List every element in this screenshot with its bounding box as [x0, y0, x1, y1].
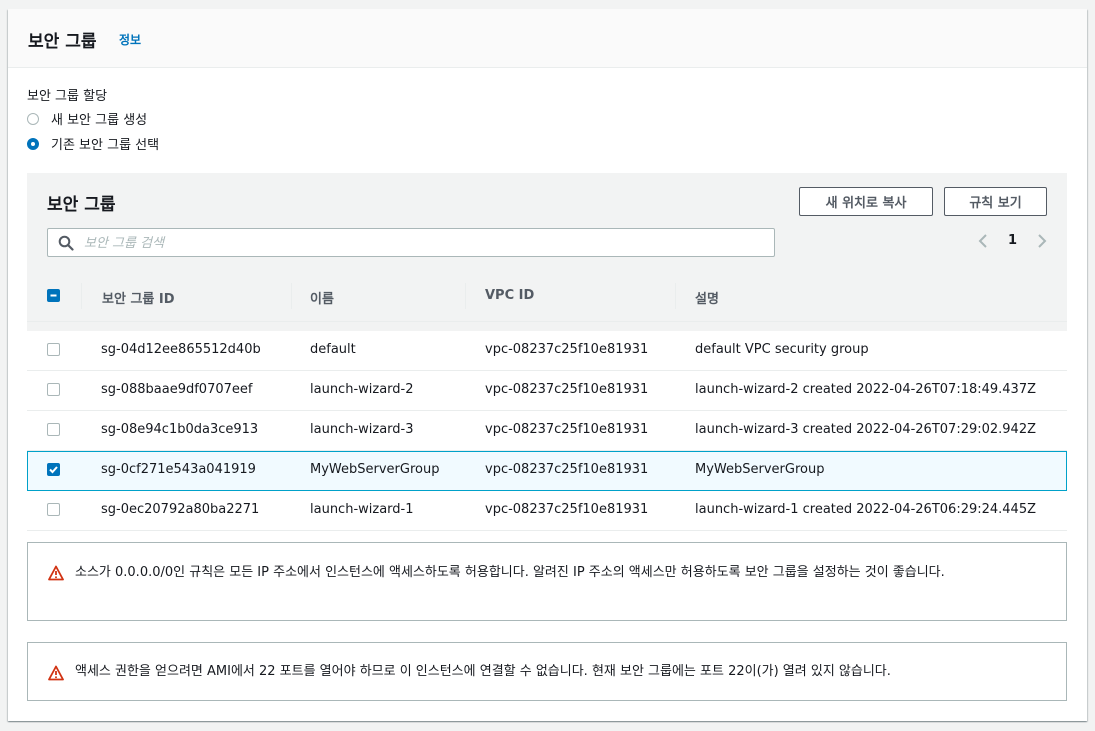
warning-icon — [48, 565, 64, 581]
radio-button[interactable] — [27, 112, 39, 125]
table-header: 보안 그룹 ID 이름 VPC ID 설명 — [27, 271, 1067, 322]
table-row[interactable]: sg-088baae9df0707eef launch-wizard-2 vpc… — [27, 371, 1067, 411]
cell-security-group-id: sg-08e94c1b0da3ce913 — [101, 422, 259, 437]
cell-vpc-id: vpc-08237c25f10e81931 — [485, 462, 649, 477]
search-icon — [58, 235, 74, 251]
cell-vpc-id: vpc-08237c25f10e81931 — [485, 382, 649, 397]
row-checkbox[interactable] — [47, 383, 60, 396]
column-header-id[interactable]: 보안 그룹 ID — [102, 288, 175, 307]
copy-to-new-button[interactable]: 새 위치로 복사 — [799, 187, 933, 216]
page-number[interactable]: 1 — [1008, 233, 1017, 248]
cell-security-group-id: sg-0ec20792a80ba2271 — [101, 502, 260, 517]
column-header-vpc-id[interactable]: VPC ID — [485, 288, 534, 303]
row-checkbox[interactable] — [47, 503, 60, 516]
warning-alert-open-ip: 소스가 0.0.0.0/0인 규칙은 모든 IP 주소에서 인스턴스에 액세스하… — [27, 542, 1067, 621]
cell-description: launch-wizard-2 created 2022-04-26T07:18… — [695, 382, 1037, 397]
search-input[interactable] — [82, 232, 766, 254]
cell-description: MyWebServerGroup — [695, 462, 825, 477]
alert-message: 소스가 0.0.0.0/0인 규칙은 모든 IP 주소에서 인스턴스에 액세스하… — [75, 565, 945, 580]
panel-header: 보안 그룹 정보 — [8, 9, 1087, 68]
row-checkbox[interactable] — [47, 343, 60, 356]
radio-label: 새 보안 그룹 생성 — [51, 113, 148, 128]
table-row[interactable]: sg-0ec20792a80ba2271 launch-wizard-1 vpc… — [27, 491, 1067, 531]
column-header-description[interactable]: 설명 — [695, 288, 719, 307]
assignment-label: 보안 그룹 할당 — [27, 89, 108, 104]
radio-select-existing-group[interactable]: 기존 보안 그룹 선택 — [27, 134, 159, 153]
check-icon — [49, 466, 58, 474]
security-group-panel: 보안 그룹 정보 보안 그룹 할당 새 보안 그룹 생성 기존 보안 그룹 선택… — [8, 9, 1087, 721]
cell-description: default VPC security group — [695, 342, 869, 357]
view-rules-button[interactable]: 규칙 보기 — [944, 187, 1047, 216]
minus-icon — [50, 294, 57, 297]
cell-security-group-id: sg-04d12ee865512d40b — [101, 342, 261, 357]
warning-alert-port-22: 액세스 권한을 얻으려면 AMI에서 22 포트를 열어야 하므로 이 인스턴스… — [27, 642, 1067, 701]
cell-security-group-id: sg-0cf271e543a041919 — [101, 462, 256, 477]
cell-security-group-id: sg-088baae9df0707eef — [101, 382, 253, 397]
table-row[interactable]: sg-04d12ee865512d40b default vpc-08237c2… — [27, 331, 1067, 371]
column-header-name[interactable]: 이름 — [310, 288, 334, 307]
select-all-checkbox[interactable] — [47, 289, 60, 302]
info-link[interactable]: 정보 — [119, 31, 141, 48]
radio-label: 기존 보안 그룹 선택 — [51, 138, 160, 153]
page-title: 보안 그룹 — [28, 32, 97, 52]
warning-icon — [48, 665, 64, 681]
table-title: 보안 그룹 — [47, 195, 116, 215]
cell-name: default — [310, 342, 356, 357]
cell-vpc-id: vpc-08237c25f10e81931 — [485, 502, 649, 517]
table-row-selected[interactable]: sg-0cf271e543a041919 MyWebServerGroup vp… — [27, 451, 1067, 491]
cell-name: MyWebServerGroup — [310, 462, 440, 477]
cell-name: launch-wizard-1 — [310, 502, 414, 517]
row-checkbox[interactable] — [47, 463, 60, 476]
alert-message: 액세스 권한을 얻으려면 AMI에서 22 포트를 열어야 하므로 이 인스턴스… — [75, 664, 891, 679]
cell-description: launch-wizard-3 created 2022-04-26T07:29… — [695, 422, 1037, 437]
cell-vpc-id: vpc-08237c25f10e81931 — [485, 422, 649, 437]
cell-name: launch-wizard-3 — [310, 422, 414, 437]
radio-create-new-group[interactable]: 새 보안 그룹 생성 — [27, 109, 147, 128]
cell-description: launch-wizard-1 created 2022-04-26T06:29… — [695, 502, 1037, 517]
security-groups-table-container: 보안 그룹 새 위치로 복사 규칙 보기 1 보안 그룹 ID — [27, 173, 1067, 531]
search-box[interactable] — [47, 228, 775, 257]
radio-button[interactable] — [27, 137, 39, 150]
chevron-right-icon[interactable] — [1035, 233, 1049, 249]
chevron-left-icon[interactable] — [976, 233, 990, 249]
row-checkbox[interactable] — [47, 423, 60, 436]
cell-name: launch-wizard-2 — [310, 382, 414, 397]
table-row[interactable]: sg-08e94c1b0da3ce913 launch-wizard-3 vpc… — [27, 411, 1067, 451]
cell-vpc-id: vpc-08237c25f10e81931 — [485, 342, 649, 357]
